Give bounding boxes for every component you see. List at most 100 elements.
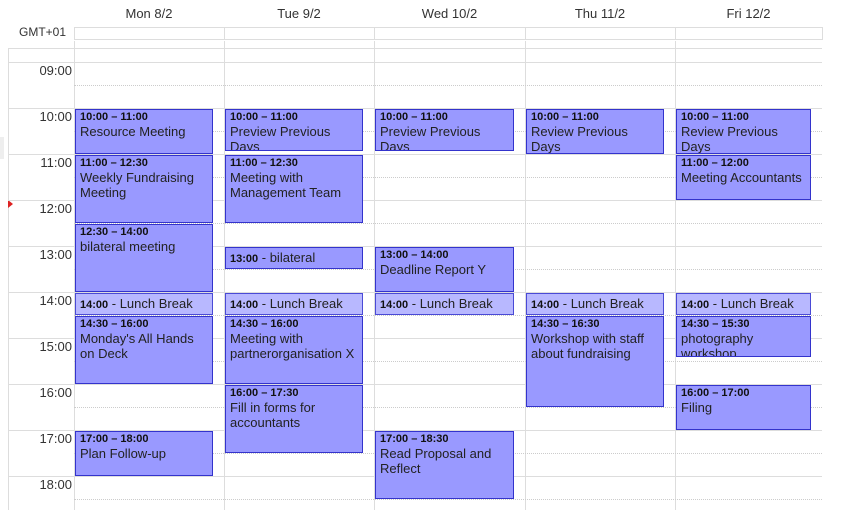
all-day-slot[interactable] — [74, 27, 225, 40]
event-time: 14:30 – 16:30 — [531, 318, 600, 330]
event-time: 14:00 — [380, 299, 409, 311]
calendar-event[interactable]: 11:00 – 12:30 Meeting with Management Tea… — [225, 155, 363, 223]
event-title: Weekly Fundraising Meeting — [80, 170, 194, 200]
event-time: 13:00 – 14:00 — [380, 249, 449, 261]
event-time: 12:30 – 14:00 — [80, 226, 149, 238]
calendar-event[interactable]: 11:00 – 12:00 Meeting Accountants — [676, 155, 811, 200]
calendar-event[interactable]: 14:00 - Lunch Break — [225, 293, 363, 315]
hour-label: 15:00 — [39, 339, 72, 354]
hour-label: 14:00 — [39, 293, 72, 308]
all-day-slot[interactable] — [224, 27, 375, 40]
all-day-slot[interactable] — [525, 27, 676, 40]
event-separator: - — [408, 296, 420, 311]
all-day-slot[interactable] — [374, 27, 526, 40]
event-separator: - — [559, 296, 571, 311]
event-time: 14:00 — [531, 299, 560, 311]
day-header[interactable]: Wed 10/2 — [374, 6, 525, 24]
calendar-event[interactable]: 13:00 - bilateral — [225, 247, 363, 269]
day-header[interactable]: Tue 9/2 — [224, 6, 374, 24]
calendar-event[interactable]: 16:00 – 17:00 Filing — [676, 385, 811, 430]
all-day-slot[interactable] — [675, 27, 823, 40]
hour-label: 10:00 — [39, 109, 72, 124]
calendar-event[interactable]: 14:30 – 16:30 Workshop with staff about f… — [526, 316, 664, 407]
calendar-event[interactable]: 14:30 – 15:30 photography workshop — [676, 316, 811, 357]
day-header[interactable]: Thu 11/2 — [525, 6, 675, 24]
calendar-event[interactable]: 14:00 - Lunch Break — [676, 293, 811, 315]
calendar-event[interactable]: 13:00 – 14:00 Deadline Report Y — [375, 247, 514, 292]
event-title: Lunch Break — [720, 296, 794, 311]
event-title: Meeting Accountants — [681, 170, 802, 185]
calendar-event[interactable]: 17:00 – 18:30 Read Proposal and Reflect — [375, 431, 514, 499]
calendar-event[interactable]: 14:00 - Lunch Break — [375, 293, 514, 315]
calendar-event[interactable]: 10:00 – 11:00 Preview Previous Days — [375, 109, 514, 151]
hour-label: 12:00 — [39, 201, 72, 216]
day-header[interactable]: Fri 12/2 — [675, 6, 822, 24]
hour-label: 16:00 — [39, 385, 72, 400]
calendar-event[interactable]: 10:00 – 11:00 Preview Previous Days — [225, 109, 363, 151]
event-time: 10:00 – 11:00 — [531, 111, 599, 123]
event-title: Filing — [681, 400, 713, 415]
event-time: 13:00 — [230, 253, 259, 265]
grid-line — [74, 48, 822, 49]
calendar-event[interactable]: 17:00 – 18:00 Plan Follow-up — [75, 431, 213, 476]
event-time: 14:00 — [230, 299, 259, 311]
calendar-event[interactable]: 10:00 – 11:00 Review Previous Days — [676, 109, 811, 154]
event-title: Meeting with Management Team — [230, 170, 342, 200]
event-title: Lunch Break — [269, 296, 343, 311]
hour-label: 18:00 — [39, 477, 72, 492]
event-separator: - — [258, 296, 270, 311]
event-time: 10:00 – 11:00 — [80, 111, 148, 123]
calendar-event[interactable]: 10:00 – 11:00 Review Previous Days — [526, 109, 664, 154]
event-title: Review Previous Days — [531, 124, 628, 154]
event-separator: - — [258, 250, 270, 265]
event-time: 11:00 – 12:30 — [230, 157, 298, 169]
calendar-event[interactable]: 14:30 – 16:00 Meeting with partnerorganis… — [225, 316, 363, 384]
event-title: Workshop with staff about fundraising — [531, 331, 644, 361]
hour-label: 09:00 — [39, 63, 72, 78]
hour-label: 17:00 — [39, 431, 72, 446]
hour-label: 11:00 — [40, 155, 72, 170]
hour-label: 13:00 — [39, 247, 72, 262]
event-time: 10:00 – 11:00 — [230, 111, 298, 123]
event-time: 10:00 – 11:00 — [380, 111, 448, 123]
half-hour-line — [74, 499, 822, 500]
calendar-event[interactable]: 10:00 – 11:00 Resource Meeting — [75, 109, 213, 154]
event-separator: - — [108, 296, 120, 311]
event-title: Meeting with partnerorganisation X — [230, 331, 355, 361]
event-title: Plan Follow-up — [80, 446, 166, 461]
calendar-event[interactable]: 14:00 - Lunch Break — [526, 293, 664, 315]
calendar-event[interactable]: 12:30 – 14:00 bilateral meeting — [75, 224, 213, 292]
calendar-event[interactable]: 11:00 – 12:30 Weekly Fundraising Meeting — [75, 155, 213, 223]
event-time: 16:00 – 17:00 — [681, 387, 750, 399]
event-time: 17:00 – 18:00 — [80, 433, 149, 445]
event-title: Preview Previous Days — [230, 124, 331, 151]
calendar-event[interactable]: 14:00 - Lunch Break — [75, 293, 213, 315]
event-title: photography workshop — [681, 331, 754, 357]
event-title: Lunch Break — [119, 296, 193, 311]
event-time: 14:30 – 15:30 — [681, 318, 750, 330]
event-title: Lunch Break — [419, 296, 493, 311]
calendar-event[interactable]: 16:00 – 17:30 Fill in forms for accountan… — [225, 385, 363, 453]
event-time: 11:00 – 12:00 — [681, 157, 749, 169]
event-time: 11:00 – 12:30 — [80, 157, 148, 169]
calendar-event[interactable]: 14:30 – 16:00 Monday's All Hands on Deck — [75, 316, 213, 384]
event-time: 17:00 – 18:30 — [380, 433, 449, 445]
day-header[interactable]: Mon 8/2 — [74, 6, 224, 24]
event-time: 10:00 – 11:00 — [681, 111, 749, 123]
event-title: bilateral meeting — [80, 239, 176, 254]
hour-line — [74, 62, 822, 63]
half-hour-line — [74, 85, 822, 86]
event-time: 14:30 – 16:00 — [80, 318, 149, 330]
event-title: Resource Meeting — [80, 124, 186, 139]
event-title: Read Proposal and Reflect — [380, 446, 492, 476]
timezone-label: GMT+01 — [18, 25, 66, 39]
event-title: Monday's All Hands on Deck — [80, 331, 194, 361]
event-time: 14:00 — [681, 299, 710, 311]
event-title: Lunch Break — [570, 296, 644, 311]
event-title: Review Previous Days — [681, 124, 778, 154]
event-title: bilateral — [269, 250, 316, 265]
event-time: 14:00 — [80, 299, 109, 311]
event-time: 14:30 – 16:00 — [230, 318, 299, 330]
event-separator: - — [709, 296, 721, 311]
grid-line — [8, 48, 74, 49]
